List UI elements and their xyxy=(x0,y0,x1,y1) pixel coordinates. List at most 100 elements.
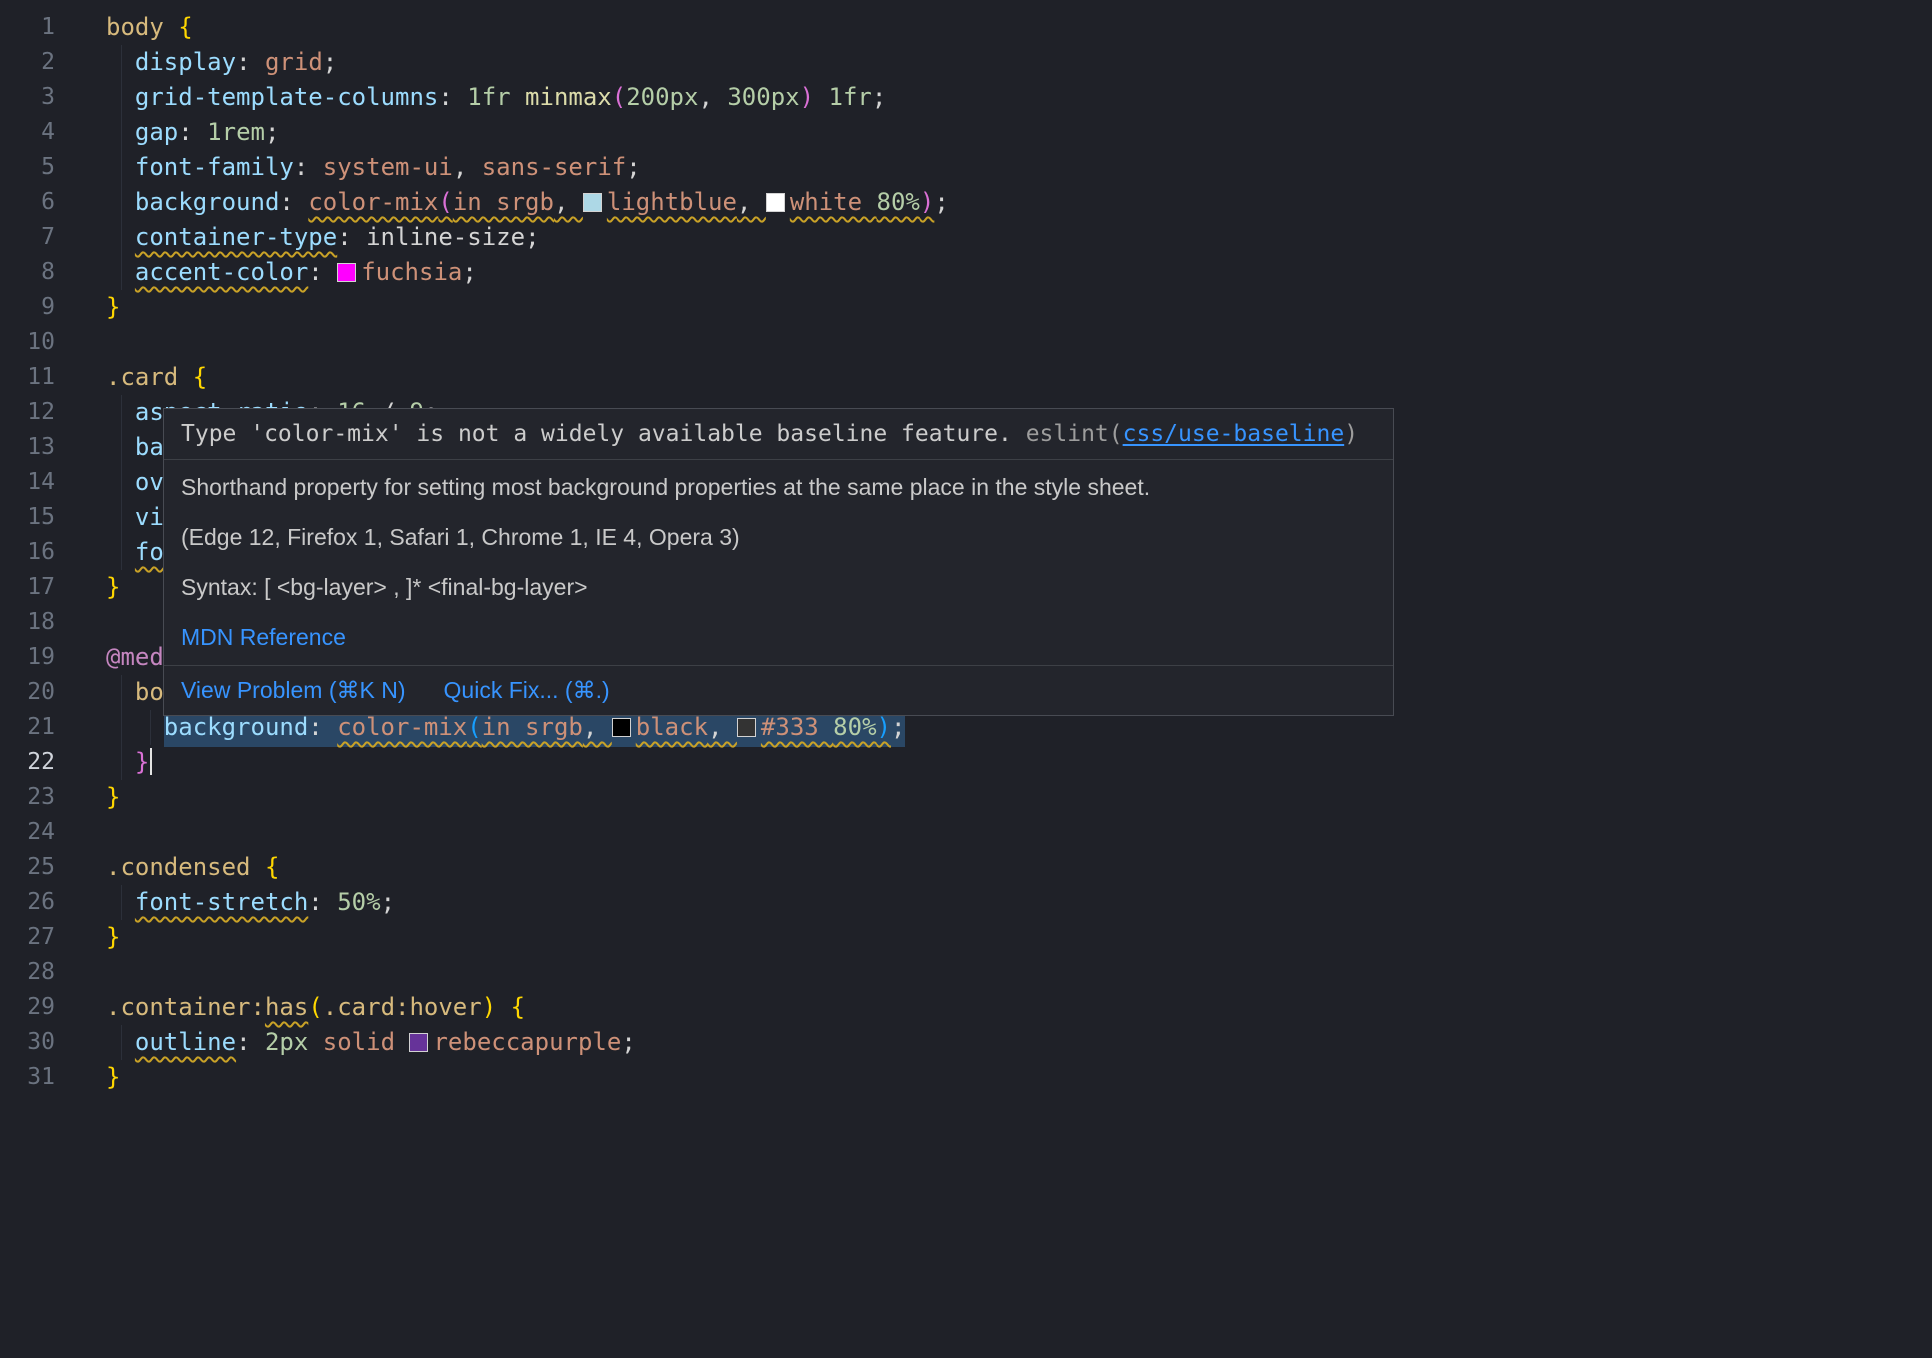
code-token: system-ui xyxy=(323,153,453,181)
code-token xyxy=(496,993,510,1021)
line-number[interactable]: 17 xyxy=(0,570,55,605)
code-token: fo xyxy=(135,538,164,566)
code-line[interactable]: 8 accent-color: fuchsia; xyxy=(0,255,1932,290)
code-token xyxy=(106,713,164,741)
hover-tooltip: Type 'color-mix' is not a widely availab… xyxy=(163,408,1394,716)
view-problem-link[interactable]: View Problem (⌘K N) xyxy=(181,676,406,704)
line-number[interactable]: 23 xyxy=(0,780,55,815)
line-number[interactable]: 19 xyxy=(0,640,55,675)
line-number[interactable]: 31 xyxy=(0,1060,55,1095)
code-token: sans-serif xyxy=(482,153,627,181)
code-line[interactable]: 5 font-family: system-ui, sans-serif; xyxy=(0,150,1932,185)
code-line[interactable]: 31} xyxy=(0,1060,1932,1095)
color-swatch[interactable] xyxy=(583,188,607,216)
code-content: } xyxy=(106,290,1932,325)
code-token: 80% xyxy=(877,188,920,216)
code-line[interactable]: 6 background: color-mix(in srgb, lightbl… xyxy=(0,185,1932,220)
line-number[interactable]: 15 xyxy=(0,500,55,535)
code-line[interactable]: 25.condensed { xyxy=(0,850,1932,885)
line-number[interactable]: 18 xyxy=(0,605,55,640)
doc-description: Shorthand property for setting most back… xyxy=(181,473,1376,501)
line-number[interactable]: 6 xyxy=(0,185,55,220)
code-token: } xyxy=(106,293,120,321)
code-token: minmax xyxy=(525,83,612,111)
color-swatch[interactable] xyxy=(337,258,361,286)
code-line[interactable]: 4 gap: 1rem; xyxy=(0,115,1932,150)
color-swatch[interactable] xyxy=(409,1028,433,1056)
code-token: ; xyxy=(525,223,539,251)
code-token: ; xyxy=(265,118,279,146)
line-number[interactable]: 7 xyxy=(0,220,55,255)
code-token: { xyxy=(511,993,525,1021)
code-token: ; xyxy=(462,258,476,286)
code-line[interactable]: 26 font-stretch: 50%; xyxy=(0,885,1932,920)
line-number[interactable]: 25 xyxy=(0,850,55,885)
line-number[interactable]: 3 xyxy=(0,80,55,115)
code-token: accent-color xyxy=(135,258,308,286)
code-line[interactable]: 29.container:has(.card:hover) { xyxy=(0,990,1932,1025)
line-number[interactable]: 22 xyxy=(0,745,55,780)
indent-guide xyxy=(121,675,122,710)
code-content: display: grid; xyxy=(106,45,1932,80)
indent-guide xyxy=(121,1025,122,1060)
code-line[interactable]: 24 xyxy=(0,815,1932,850)
line-number[interactable]: 20 xyxy=(0,675,55,710)
code-line[interactable]: 7 container-type: inline-size; xyxy=(0,220,1932,255)
code-token: , xyxy=(698,83,727,111)
line-number[interactable]: 8 xyxy=(0,255,55,290)
line-number[interactable]: 24 xyxy=(0,815,55,850)
code-line[interactable]: 2 display: grid; xyxy=(0,45,1932,80)
code-token: ; xyxy=(323,48,337,76)
mdn-reference-link[interactable]: MDN Reference xyxy=(181,623,1376,651)
code-token: color-mix xyxy=(308,188,438,216)
code-content: } xyxy=(106,1060,1932,1095)
code-content xyxy=(106,955,1932,990)
indent-guide xyxy=(121,185,122,220)
code-token: display xyxy=(135,48,236,76)
code-token: ) xyxy=(920,188,934,216)
code-line[interactable]: 3 grid-template-columns: 1fr minmax(200p… xyxy=(0,80,1932,115)
code-token: fuchsia xyxy=(361,258,462,286)
code-line[interactable]: 22 } xyxy=(0,745,1932,780)
line-number[interactable]: 2 xyxy=(0,45,55,80)
hover-actions-bar: View Problem (⌘K N) Quick Fix... (⌘.) xyxy=(164,666,1393,715)
line-number[interactable]: 28 xyxy=(0,955,55,990)
line-number[interactable]: 29 xyxy=(0,990,55,1025)
line-number[interactable]: 26 xyxy=(0,885,55,920)
code-token: gap xyxy=(135,118,178,146)
code-content xyxy=(106,325,1932,360)
code-line[interactable]: 11.card { xyxy=(0,360,1932,395)
line-number[interactable]: 12 xyxy=(0,395,55,430)
line-number[interactable]: 14 xyxy=(0,465,55,500)
code-line[interactable]: 30 outline: 2px solid rebeccapurple; xyxy=(0,1025,1932,1060)
line-number[interactable]: 13 xyxy=(0,430,55,465)
indent-guide xyxy=(150,710,151,745)
line-number[interactable]: 9 xyxy=(0,290,55,325)
line-number[interactable]: 16 xyxy=(0,535,55,570)
code-line[interactable]: 28 xyxy=(0,955,1932,990)
code-line[interactable]: 10 xyxy=(0,325,1932,360)
code-token: : xyxy=(294,153,323,181)
code-token: : xyxy=(308,888,337,916)
line-number[interactable]: 11 xyxy=(0,360,55,395)
code-token: ) xyxy=(800,83,814,111)
code-content: container-type: inline-size; xyxy=(106,220,1932,255)
code-line[interactable]: 23} xyxy=(0,780,1932,815)
line-number[interactable]: 1 xyxy=(0,10,55,45)
color-swatch[interactable] xyxy=(766,188,790,216)
code-line[interactable]: 9} xyxy=(0,290,1932,325)
code-token: ; xyxy=(626,153,640,181)
color-swatch-box xyxy=(409,1033,428,1052)
code-token: , xyxy=(737,188,766,216)
quick-fix-link[interactable]: Quick Fix... (⌘.) xyxy=(444,676,610,704)
eslint-rule-link[interactable]: css/use-baseline xyxy=(1123,421,1345,447)
line-number[interactable]: 4 xyxy=(0,115,55,150)
line-number[interactable]: 21 xyxy=(0,710,55,745)
line-number[interactable]: 30 xyxy=(0,1025,55,1060)
line-number[interactable]: 27 xyxy=(0,920,55,955)
code-token: } xyxy=(106,573,120,601)
line-number[interactable]: 10 xyxy=(0,325,55,360)
code-line[interactable]: 27} xyxy=(0,920,1932,955)
line-number[interactable]: 5 xyxy=(0,150,55,185)
code-line[interactable]: 1body { xyxy=(0,10,1932,45)
